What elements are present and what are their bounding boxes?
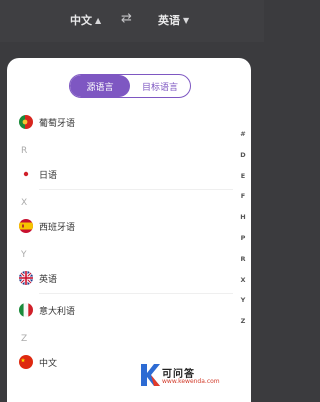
index-letter[interactable]: Y — [238, 290, 248, 311]
portugal-flag-icon — [19, 115, 33, 129]
divider — [39, 189, 233, 190]
language-label: 西班牙语 — [39, 222, 76, 233]
chevron-down-icon: ▼ — [183, 16, 190, 25]
language-item-italian[interactable]: 意大利语 — [7, 294, 235, 326]
section-header-y: Y — [21, 250, 27, 260]
source-language-button[interactable]: 中文 ▲ — [70, 12, 101, 30]
language-label: 日语 — [39, 170, 58, 181]
japan-flag-icon — [23, 171, 29, 177]
language-item-english[interactable]: 英语 — [7, 262, 235, 294]
tab-source-language[interactable]: 源语言 — [70, 75, 130, 97]
china-flag-icon — [19, 355, 33, 369]
swap-icon[interactable]: ⇄ — [121, 11, 132, 26]
index-letter[interactable]: R — [238, 249, 248, 270]
section-header-x: X — [21, 198, 28, 208]
index-letter[interactable]: D — [238, 145, 248, 166]
target-language-button[interactable]: 英语 ▼ — [158, 12, 189, 30]
index-letter[interactable]: Z — [238, 311, 248, 332]
language-item-spanish[interactable]: 西班牙语 — [7, 210, 235, 242]
source-language-label: 中文 — [70, 14, 92, 27]
watermark: 可问答 www.kewenda.com — [138, 362, 256, 390]
target-language-label: 英语 — [158, 14, 180, 27]
tab-target-language[interactable]: 目标语言 — [130, 75, 190, 97]
section-header-r: R — [21, 146, 28, 156]
index-letter[interactable]: E — [238, 166, 248, 187]
italy-flag-icon — [19, 303, 33, 317]
uk-flag-icon — [19, 271, 33, 285]
index-letter[interactable]: # — [238, 124, 248, 145]
language-label: 英语 — [39, 274, 58, 285]
chevron-up-icon: ▲ — [95, 16, 102, 25]
index-letter[interactable]: F — [238, 186, 248, 207]
index-letter[interactable]: X — [238, 270, 248, 291]
alphabet-index[interactable]: # D E F H P R X Y Z — [238, 124, 248, 332]
watermark-url: www.kewenda.com — [162, 378, 220, 385]
language-segment-control: 源语言 目标语言 — [69, 74, 191, 98]
language-header: 中文 ▲ ⇄ 英语 ▼ — [0, 0, 264, 42]
index-letter[interactable]: P — [238, 228, 248, 249]
spain-flag-icon — [19, 219, 33, 233]
index-letter[interactable]: H — [238, 207, 248, 228]
language-label: 意大利语 — [39, 306, 76, 317]
k-logo-icon — [141, 364, 160, 386]
language-label: 中文 — [39, 358, 58, 369]
language-item-portuguese[interactable]: 葡萄牙语 — [7, 106, 235, 138]
language-label: 葡萄牙语 — [39, 118, 76, 129]
language-picker-sheet: 源语言 目标语言 葡萄牙语 R 日语 X 西班牙语 Y 英语 意大利语 Z 中文… — [7, 58, 251, 402]
language-item-japanese[interactable]: 日语 — [7, 158, 235, 190]
section-header-z: Z — [21, 334, 28, 344]
